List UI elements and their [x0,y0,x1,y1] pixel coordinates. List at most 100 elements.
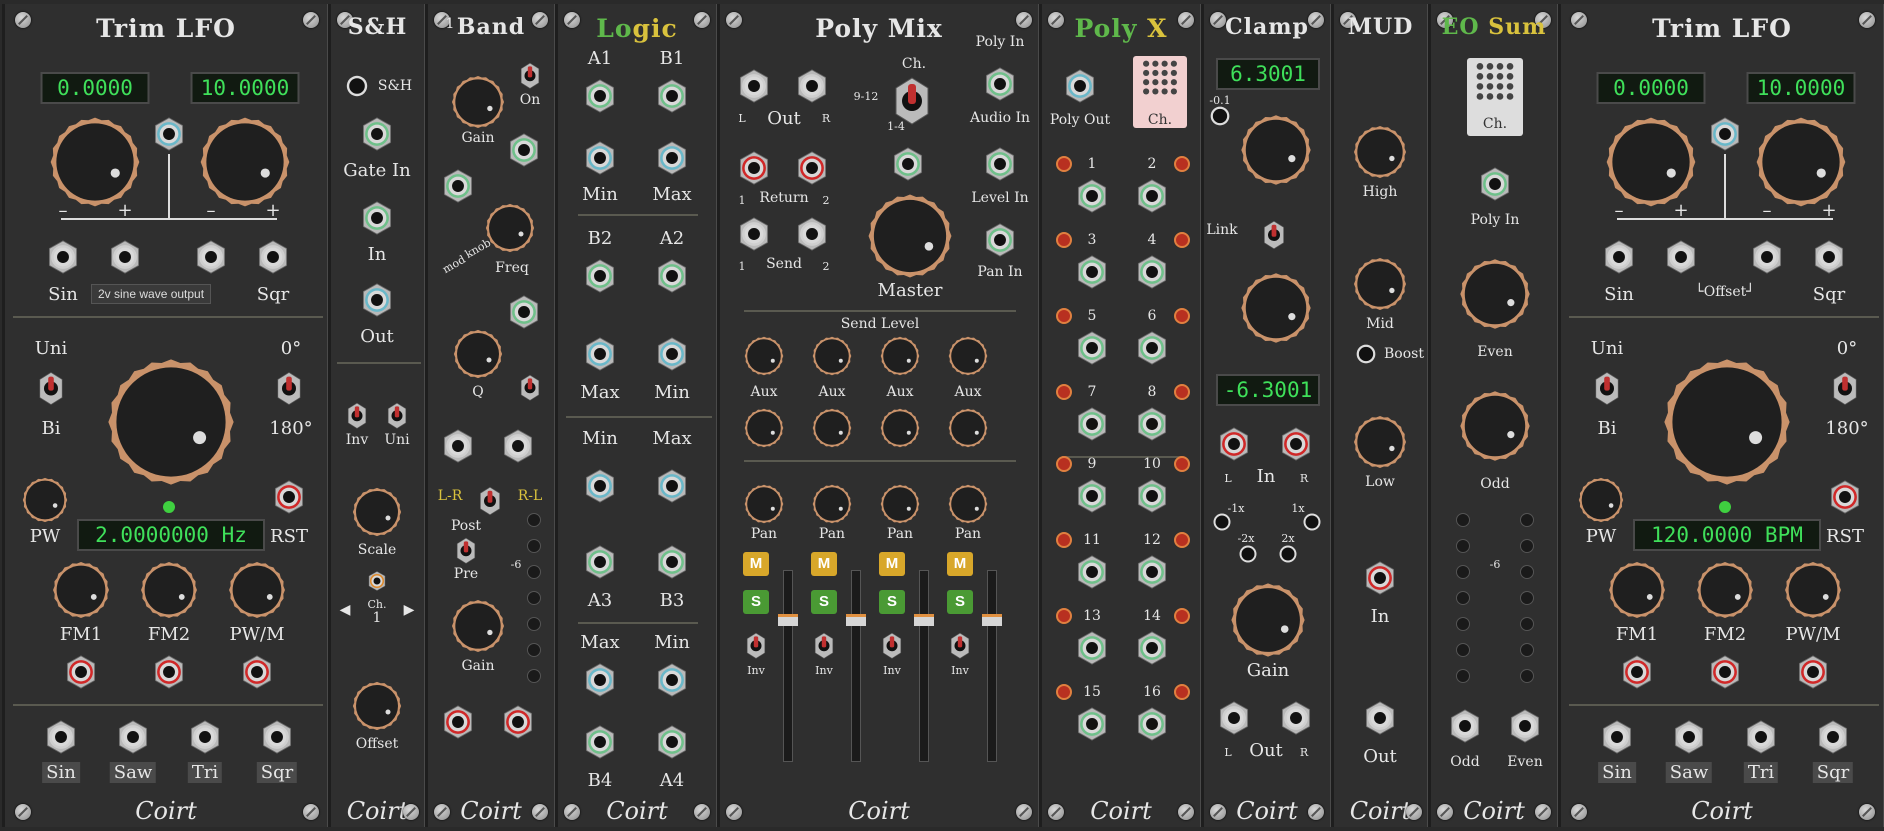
pan-in-jack[interactable] [983,223,1017,257]
aux-2-knob[interactable] [744,408,784,448]
pw-knob[interactable] [1578,477,1624,523]
gain-cv-jack[interactable] [507,133,541,167]
q-cv-jack[interactable] [507,295,541,329]
tri-out-jack[interactable] [1744,720,1778,754]
channel-jack[interactable] [1135,179,1169,213]
tri-out-jack[interactable] [188,720,222,754]
b3-jack[interactable] [655,545,689,579]
level-fader[interactable] [987,570,997,762]
channel-jack[interactable] [1075,331,1109,365]
min2-jack[interactable] [655,337,689,371]
max2-jack[interactable] [583,337,617,371]
send-2-jack[interactable] [795,217,829,251]
max4-jack[interactable] [583,663,617,697]
sin-output-jack[interactable] [46,240,80,274]
pan-knob[interactable] [880,484,920,524]
mid-knob[interactable] [1353,257,1407,311]
solo-button[interactable]: S [879,590,905,614]
uni-switch[interactable] [386,402,408,430]
invert-switch[interactable] [745,632,767,660]
channel-jack[interactable] [1075,479,1109,513]
fader-cap[interactable] [982,614,1002,626]
reset-jack[interactable] [1828,480,1862,514]
fm1-knob[interactable] [1608,561,1666,619]
channel-jack[interactable] [1075,631,1109,665]
gain-knob[interactable] [1230,582,1306,658]
high-clamp-knob[interactable] [1240,114,1312,186]
channel-jack[interactable] [1135,707,1169,741]
pwm-knob[interactable] [1784,561,1842,619]
sqr-output-jack[interactable] [1812,240,1846,274]
a2-jack[interactable] [655,259,689,293]
return-2-jack[interactable] [795,151,829,185]
uni-bi-switch[interactable] [1593,371,1621,407]
trim-out-jack[interactable] [194,240,228,274]
channel-jack[interactable] [1135,555,1169,589]
channel-minus-button[interactable]: ◀ [340,602,351,618]
gain-knob[interactable] [451,75,505,129]
trim-input-jack[interactable] [1708,117,1742,151]
channel-plus-button[interactable]: ▶ [404,602,415,618]
boost-button[interactable] [1355,343,1377,365]
band-in-l-jack[interactable] [441,429,475,463]
sh-button[interactable] [345,74,369,98]
b2-jack[interactable] [583,259,617,293]
solo-button[interactable]: S [743,590,769,614]
frequency-knob[interactable] [1662,357,1792,487]
uni-bi-switch[interactable] [37,371,65,407]
headphone-switch[interactable] [519,374,541,402]
aux-1-knob[interactable] [744,336,784,376]
high-trim-knob[interactable] [1755,116,1847,208]
channel-cv-jack[interactable] [891,147,925,181]
out-jack[interactable] [1363,701,1397,735]
in-l-jack[interactable] [1217,427,1251,461]
pan-knob[interactable] [812,484,852,524]
channel-jack[interactable] [1135,331,1169,365]
fm2-knob[interactable] [1696,561,1754,619]
fm2-knob[interactable] [140,561,198,619]
trim-out-jack[interactable] [1750,240,1784,274]
poly-in-jack[interactable] [1478,167,1512,201]
odd-knob[interactable] [1459,390,1531,462]
low-knob[interactable] [1353,415,1407,469]
p2x-button[interactable] [1278,544,1298,564]
freq-cv-jack[interactable] [441,169,475,203]
level-in-jack[interactable] [983,147,1017,181]
neg01-button[interactable] [1209,105,1231,127]
aux-1-knob[interactable] [880,336,920,376]
out-r-jack[interactable] [1279,701,1313,735]
aux-1-knob[interactable] [812,336,852,376]
pwm-knob[interactable] [228,561,286,619]
in-jack[interactable] [1363,561,1397,595]
p1x-button[interactable] [1302,512,1322,532]
odd-out-jack[interactable] [1448,709,1482,743]
fm1-input-jack[interactable] [1620,655,1654,689]
channel-jack[interactable] [1075,555,1109,589]
mute-button[interactable]: M [947,552,973,576]
b1-jack[interactable] [655,79,689,113]
phase-switch[interactable] [1831,371,1859,407]
sin-out-jack[interactable] [44,720,78,754]
low-trim-knob[interactable] [1605,116,1697,208]
even-knob[interactable] [1459,258,1531,330]
scale-knob[interactable] [352,487,402,537]
link-switch[interactable] [1262,220,1286,250]
poly-in-jack[interactable] [983,67,1017,101]
fm2-input-jack[interactable] [1708,655,1742,689]
fm1-input-jack[interactable] [64,655,98,689]
band-out-r-jack[interactable] [501,705,535,739]
high-trim-knob[interactable] [199,116,291,208]
max1-jack[interactable] [655,141,689,175]
on-switch[interactable] [519,62,541,90]
a1-jack[interactable] [583,79,617,113]
fader-cap[interactable] [846,614,866,626]
solo-button[interactable]: S [947,590,973,614]
level-fader[interactable] [919,570,929,762]
sin-output-jack[interactable] [1602,240,1636,274]
fader-cap[interactable] [778,614,798,626]
in-r-jack[interactable] [1279,427,1313,461]
invert-switch[interactable] [881,632,903,660]
fm2-input-jack[interactable] [152,655,186,689]
invert-switch[interactable] [949,632,971,660]
offset-knob[interactable] [352,681,402,731]
